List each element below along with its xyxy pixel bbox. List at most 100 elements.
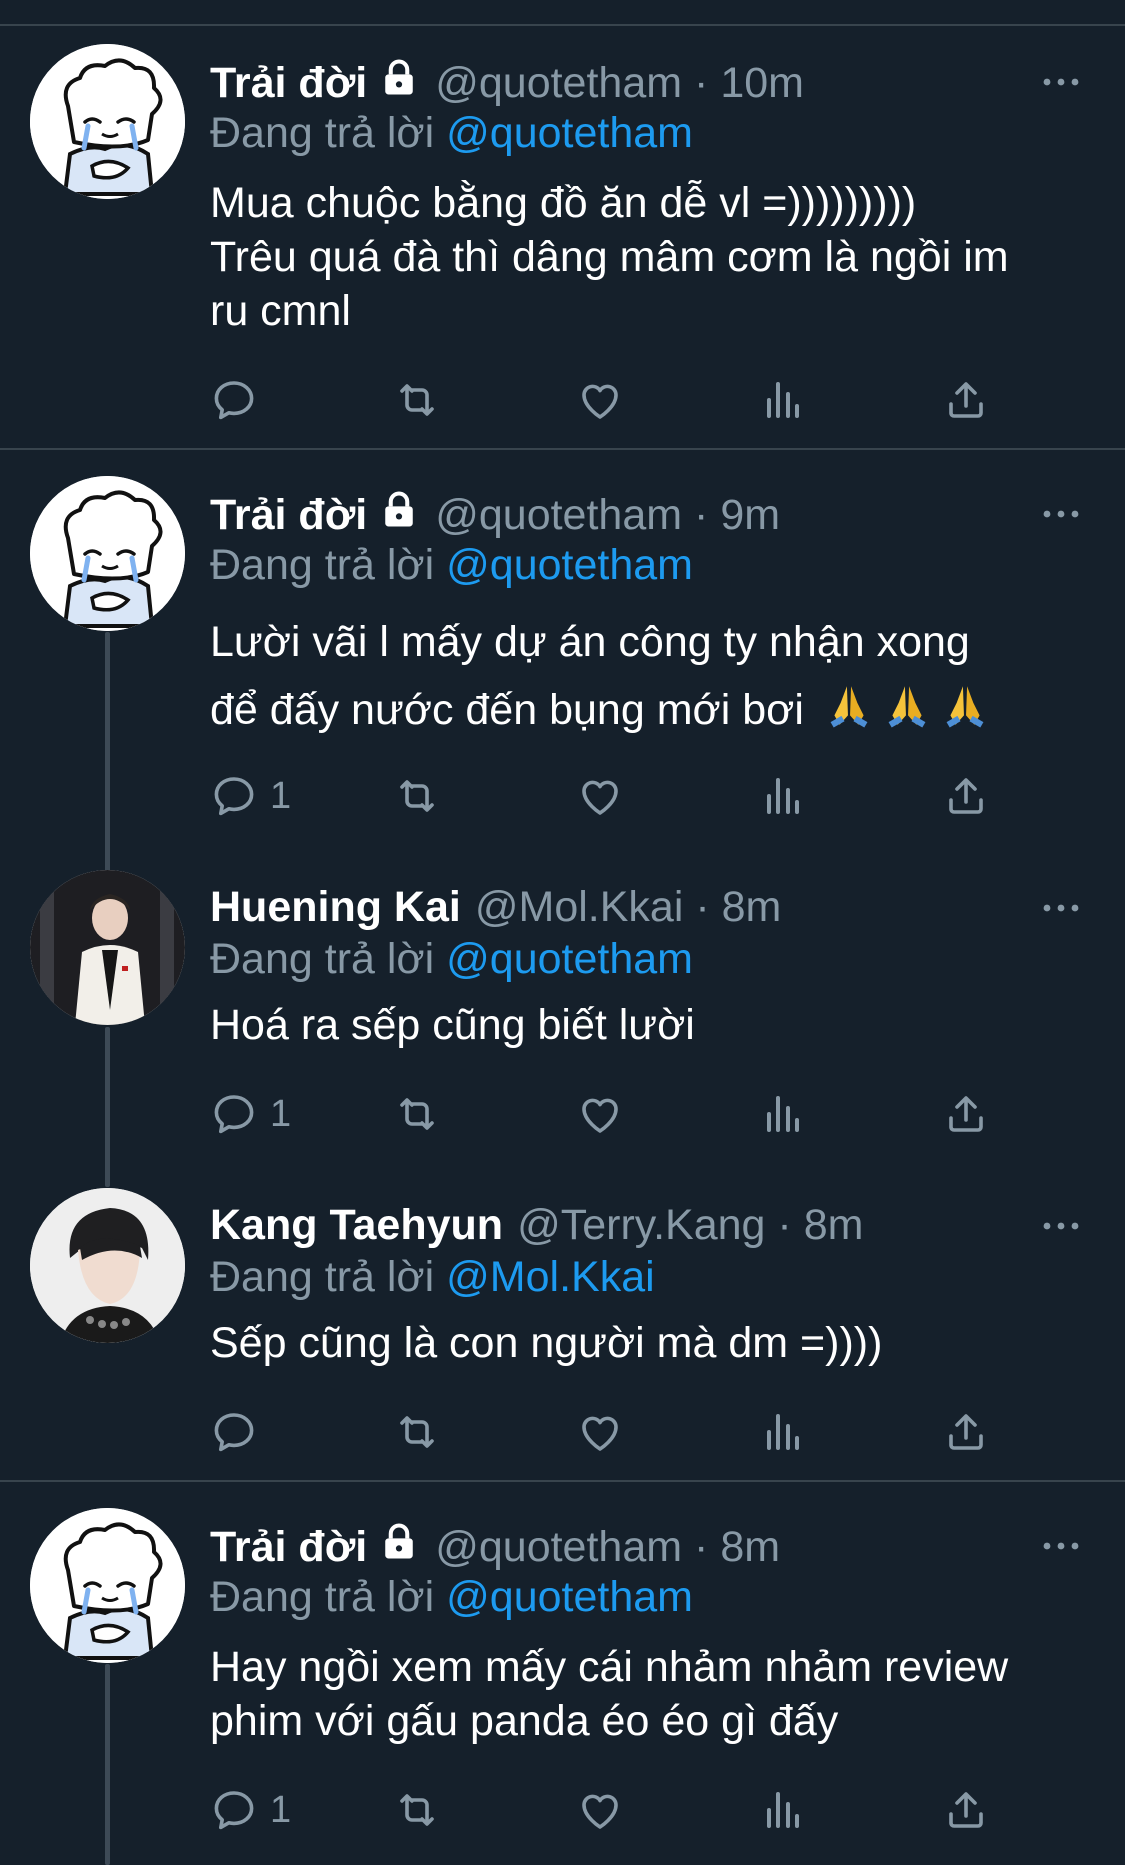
- tweet-text-line: để đấy nước đến bụng mới bơi: [210, 686, 804, 734]
- reply-count: 1: [270, 774, 292, 817]
- lock-icon: [377, 1520, 421, 1564]
- retweet-icon: [393, 1786, 441, 1834]
- tweet-text-line: Trêu quá đà thì dâng mâm cơm là ngồi im: [210, 233, 1009, 281]
- analytics-icon: [759, 376, 807, 424]
- like-icon: [576, 376, 624, 424]
- tweet-header: Trải đời @quotetham · 9m: [210, 488, 780, 539]
- tweet-text-line: phim với gấu panda éo éo gì đấy: [210, 1697, 839, 1745]
- display-name[interactable]: Kang Taehyun: [210, 1201, 503, 1249]
- reply-button[interactable]: 1: [210, 1088, 291, 1140]
- like-icon: [576, 1786, 624, 1834]
- reply-button[interactable]: [210, 374, 270, 426]
- timestamp[interactable]: 9m: [720, 491, 780, 539]
- analytics-button[interactable]: [759, 374, 807, 426]
- like-button[interactable]: [576, 770, 624, 822]
- reply-count: 1: [270, 1092, 292, 1135]
- replying-to: Đang trả lời @quotetham: [210, 932, 693, 986]
- tweet-text-line: Sếp cũng là con người mà dm =)))): [210, 1319, 883, 1367]
- chef-doodle-avatar[interactable]: [30, 476, 185, 631]
- share-icon: [942, 1090, 990, 1138]
- display-name[interactable]: Trải đời: [210, 59, 367, 107]
- share-button[interactable]: [942, 374, 990, 426]
- replying-to: Đang trả lời @quotetham: [210, 538, 693, 592]
- tweet-header: Trải đời @quotetham · 8m: [210, 1520, 780, 1571]
- tweet-header: Kang Taehyun @Terry.Kang · 8m: [210, 1200, 863, 1250]
- tweet-text: Lười vãi l mấy dự án công ty nhận xong đ…: [210, 608, 1090, 744]
- share-icon: [942, 772, 990, 820]
- more-options-icon[interactable]: [1041, 902, 1081, 914]
- handle[interactable]: @quotetham: [435, 1523, 682, 1571]
- tweet-actions: [210, 1406, 1010, 1458]
- replying-to-label: Đang trả lời: [210, 541, 435, 589]
- tweet-actions: 1: [210, 1088, 1010, 1140]
- reply-icon: [210, 772, 258, 820]
- analytics-button[interactable]: [759, 1406, 807, 1458]
- analytics-button[interactable]: [759, 770, 807, 822]
- tweet-text: Hoá ra sếp cũng biết lười: [210, 998, 1090, 1052]
- chef-doodle-avatar[interactable]: [30, 44, 185, 199]
- reply-mention-link[interactable]: @quotetham: [446, 541, 693, 589]
- like-button[interactable]: [576, 1784, 624, 1836]
- handle[interactable]: @Mol.Kkai: [475, 883, 684, 931]
- tweet-2[interactable]: Trải đời @quotetham · 9m Đang trả lời @qu…: [0, 458, 1125, 858]
- reply-icon: [210, 1408, 258, 1456]
- tweet-3[interactable]: Huening Kai @Mol.Kkai · 8m Đang trả lời @…: [0, 852, 1125, 1170]
- retweet-button[interactable]: [393, 770, 441, 822]
- person-photo-avatar[interactable]: [30, 870, 185, 1025]
- tweet-4[interactable]: Kang Taehyun @Terry.Kang · 8m Đang trả lờ…: [0, 1170, 1125, 1482]
- more-options-icon[interactable]: [1041, 1540, 1081, 1552]
- display-name[interactable]: Trải đời: [210, 1523, 367, 1571]
- timestamp[interactable]: 8m: [722, 883, 782, 931]
- folded-hands-emoji: [940, 680, 990, 730]
- tweet-text-line-with-emoji: để đấy nước đến bụng mới bơi: [210, 676, 1090, 744]
- reply-mention-link[interactable]: @quotetham: [446, 1573, 693, 1621]
- reply-button[interactable]: 1: [210, 1784, 291, 1836]
- reply-mention-link[interactable]: @quotetham: [446, 935, 693, 983]
- retweet-button[interactable]: [393, 1406, 441, 1458]
- tweet-text-line: Hoá ra sếp cũng biết lười: [210, 1001, 695, 1049]
- retweet-icon: [393, 376, 441, 424]
- handle[interactable]: @quotetham: [435, 59, 682, 107]
- separator-dot: ·: [694, 1523, 709, 1571]
- tweet-actions: [210, 374, 1010, 426]
- tweet-5[interactable]: Trải đời @quotetham · 8m Đang trả lời @qu…: [0, 1490, 1125, 1865]
- share-button[interactable]: [942, 1088, 990, 1140]
- replying-to-label: Đang trả lời: [210, 109, 435, 157]
- handle[interactable]: @quotetham: [435, 491, 682, 539]
- handle[interactable]: @Terry.Kang: [517, 1201, 765, 1249]
- timestamp[interactable]: 10m: [720, 59, 804, 107]
- share-icon: [942, 376, 990, 424]
- timestamp[interactable]: 8m: [804, 1201, 864, 1249]
- display-name[interactable]: Huening Kai: [210, 883, 461, 931]
- folded-hands-emoji: [824, 680, 874, 730]
- reply-mention-link[interactable]: @quotetham: [446, 109, 693, 157]
- display-name[interactable]: Trải đời: [210, 491, 367, 539]
- retweet-button[interactable]: [393, 1784, 441, 1836]
- replying-to: Đang trả lời @Mol.Kkai: [210, 1250, 655, 1304]
- tweet-1[interactable]: Trải đời @quotetham · 10m Đang trả lời @q…: [0, 26, 1125, 450]
- person-photo-avatar[interactable]: [30, 1188, 185, 1343]
- analytics-button[interactable]: [759, 1088, 807, 1140]
- like-button[interactable]: [576, 1088, 624, 1140]
- more-options-icon[interactable]: [1041, 1220, 1081, 1232]
- analytics-icon: [759, 772, 807, 820]
- reply-button[interactable]: 1: [210, 770, 291, 822]
- like-button[interactable]: [576, 374, 624, 426]
- retweet-button[interactable]: [393, 374, 441, 426]
- retweet-button[interactable]: [393, 1088, 441, 1140]
- replying-to-label: Đang trả lời: [210, 1573, 435, 1621]
- timestamp[interactable]: 8m: [720, 1523, 780, 1571]
- share-button[interactable]: [942, 770, 990, 822]
- more-options-icon[interactable]: [1041, 76, 1081, 88]
- share-button[interactable]: [942, 1406, 990, 1458]
- reply-icon: [210, 376, 258, 424]
- reply-button[interactable]: [210, 1406, 270, 1458]
- separator-dot: ·: [694, 59, 709, 107]
- like-button[interactable]: [576, 1406, 624, 1458]
- share-button[interactable]: [942, 1784, 990, 1836]
- chef-doodle-avatar[interactable]: [30, 1508, 185, 1663]
- reply-mention-link[interactable]: @Mol.Kkai: [446, 1253, 655, 1301]
- more-options-icon[interactable]: [1041, 508, 1081, 520]
- tweet-text: Hay ngồi xem mấy cái nhảm nhảm review ph…: [210, 1640, 1090, 1748]
- analytics-button[interactable]: [759, 1784, 807, 1836]
